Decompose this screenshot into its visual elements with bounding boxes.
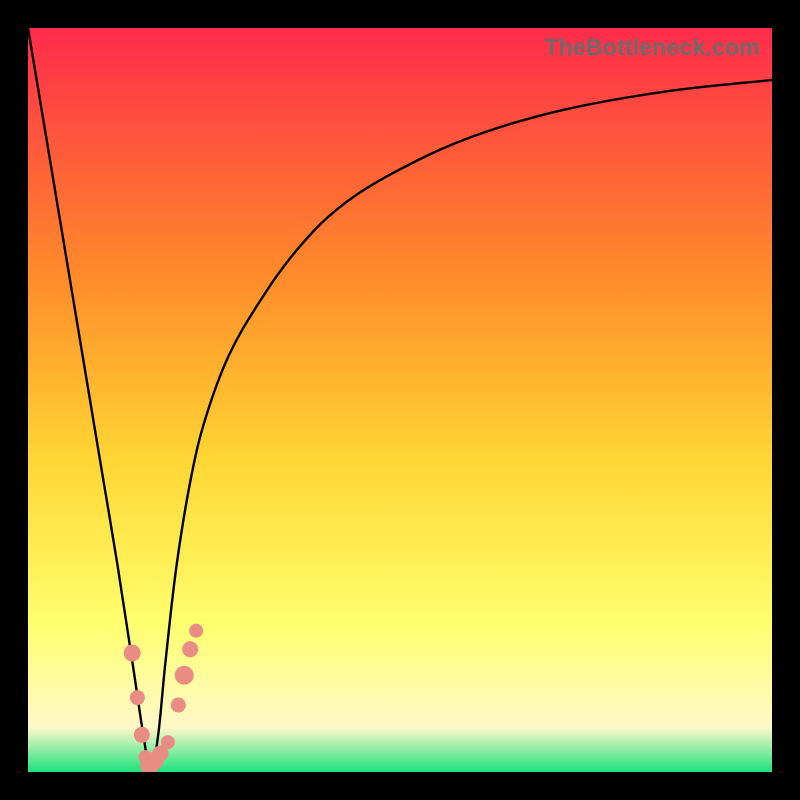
data-marker xyxy=(161,735,175,749)
data-marker xyxy=(171,698,186,713)
data-marker xyxy=(124,644,141,661)
marker-group xyxy=(124,624,203,772)
data-marker xyxy=(134,727,150,743)
data-marker xyxy=(182,641,198,657)
data-marker xyxy=(175,666,194,685)
plot-area: TheBottleneck.com xyxy=(28,28,772,772)
data-marker xyxy=(189,624,203,638)
data-marker xyxy=(130,690,145,705)
bottleneck-curve xyxy=(28,28,772,772)
chart-svg xyxy=(28,28,772,772)
chart-frame: TheBottleneck.com xyxy=(0,0,800,800)
